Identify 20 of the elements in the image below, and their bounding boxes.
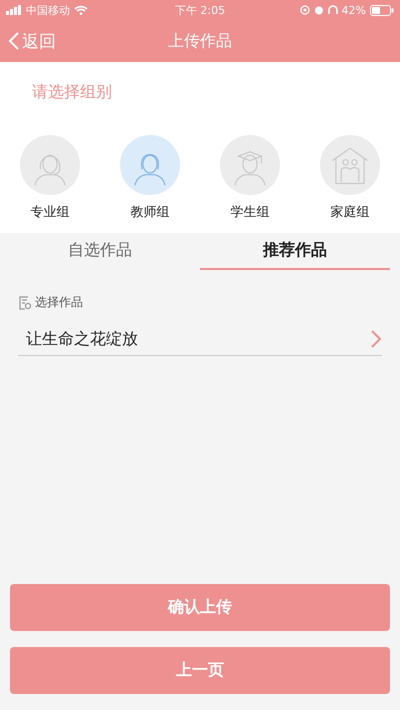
document-search-icon <box>18 296 32 310</box>
battery-percent: 42% <box>342 4 366 16</box>
group-label: 专业组 <box>30 204 70 221</box>
group-label: 家庭组 <box>330 204 370 221</box>
tab[interactable]: 推荐作品 <box>200 233 390 270</box>
battery-icon <box>370 4 394 16</box>
wifi-icon <box>74 5 88 15</box>
chevron-left-icon <box>8 31 20 51</box>
work-select-field[interactable]: 让生命之花绽放 <box>18 323 382 356</box>
headphones-icon <box>328 5 338 15</box>
group-prompt: 请选择组别 <box>32 82 113 103</box>
group-label: 学生组 <box>230 204 270 221</box>
page-title: 上传作品 <box>168 30 232 52</box>
signal-icon <box>6 5 22 15</box>
carrier-name: 中国移动 <box>26 2 70 18</box>
field-label: 选择作品 <box>35 294 83 311</box>
tab[interactable]: 自选作品 <box>0 233 200 270</box>
chevron-right-icon <box>370 329 382 349</box>
group-label: 教师组 <box>130 204 170 221</box>
status-time: 下午 2:05 <box>174 2 226 18</box>
